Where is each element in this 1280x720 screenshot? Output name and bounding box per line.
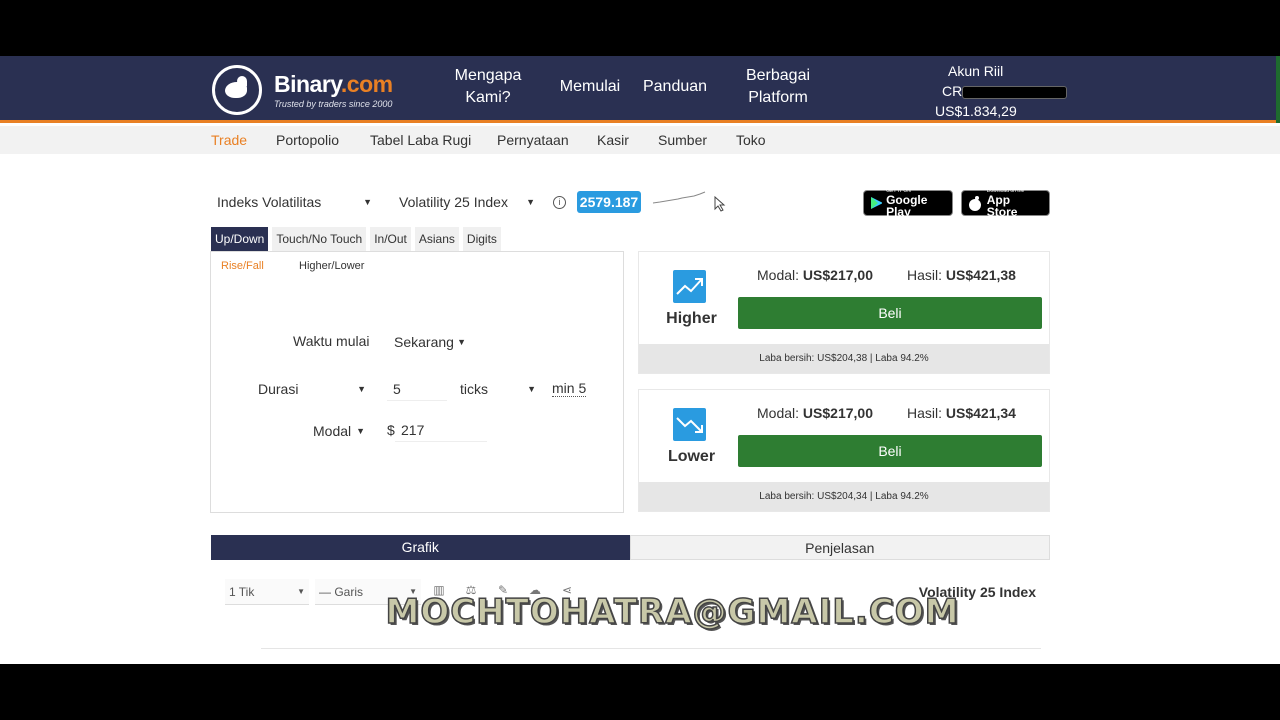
amount-type-select[interactable]: Modal ▼ xyxy=(307,419,371,443)
start-time-label: Waktu mulai xyxy=(293,333,370,349)
app-store-button[interactable]: Download on the App Store xyxy=(961,188,1050,218)
stake-text: Modal: US$217,00 xyxy=(757,267,873,283)
menu-resources[interactable]: Sumber xyxy=(658,132,707,148)
buy-higher-button[interactable]: Beli xyxy=(738,297,1042,329)
tab-explanation[interactable]: Penjelasan xyxy=(629,535,1050,560)
duration-min-hint: min 5 xyxy=(552,380,587,397)
tab-digits[interactable]: Digits xyxy=(462,227,501,251)
apple-icon xyxy=(969,195,981,211)
net-profit-text: Laba bersih: US$204,34 | Laba 94.2% xyxy=(639,482,1049,511)
dropdown-arrow-icon: ▼ xyxy=(457,337,466,347)
duration-input[interactable]: 5 xyxy=(387,377,447,401)
top-navbar: Binary.com Trusted by traders since 2000… xyxy=(0,56,1280,123)
subtab-higher-lower[interactable]: Higher/Lower xyxy=(299,260,364,272)
dropdown-arrow-icon: ▼ xyxy=(357,384,366,394)
nav-platforms[interactable]: Berbagai Platform xyxy=(738,65,818,109)
dropdown-arrow-icon: ▼ xyxy=(363,197,372,207)
payout-text: Hasil: US$421,34 xyxy=(907,405,1016,421)
chart-tabs: Grafik Penjelasan xyxy=(211,535,1050,560)
dropdown-arrow-icon: ▼ xyxy=(526,197,535,207)
chart-interval-select[interactable]: 1 Tik ▼ xyxy=(225,579,309,605)
tab-up-down[interactable]: Up/Down xyxy=(211,227,269,251)
mouse-cursor-icon xyxy=(714,196,726,212)
brand-name: Binary.com xyxy=(274,71,393,97)
menu-shop[interactable]: Toko xyxy=(736,132,766,148)
market-category-select[interactable]: Indeks Volatilitas ▼ xyxy=(211,190,378,214)
menu-cashier[interactable]: Kasir xyxy=(597,132,629,148)
tab-asians[interactable]: Asians xyxy=(414,227,459,251)
info-icon[interactable]: i xyxy=(553,196,566,209)
spot-price: 2579.187 xyxy=(577,191,641,213)
underlying-select[interactable]: Volatility 25 Index ▼ xyxy=(393,190,541,214)
brand-tagline: Trusted by traders since 2000 xyxy=(274,99,393,109)
dropdown-arrow-icon: ▼ xyxy=(527,384,536,394)
amount-input[interactable]: 217 xyxy=(395,418,487,442)
currency-symbol: $ xyxy=(387,422,395,438)
menu-portfolio[interactable]: Portopolio xyxy=(276,132,339,148)
window-edge xyxy=(1276,56,1280,123)
account-menu[interactable]: Akun Riil CR US$1.834,29 xyxy=(935,61,1068,121)
proposal-higher: Higher Modal: US$217,00 Hasil: US$421,38… xyxy=(638,251,1050,374)
account-id: CR xyxy=(935,81,1068,101)
trend-up-icon xyxy=(673,270,706,303)
google-play-button[interactable]: GET IT ON Google Play xyxy=(863,188,953,218)
duration-unit-select[interactable]: ticks ▼ xyxy=(454,377,542,401)
dropdown-arrow-icon: ▼ xyxy=(356,426,365,436)
nav-get-started[interactable]: Memulai xyxy=(555,76,625,98)
trend-down-icon xyxy=(673,408,706,441)
main-menu: Trade Portopolio Tabel Laba Rugi Pernyat… xyxy=(0,126,1280,154)
tab-chart[interactable]: Grafik xyxy=(211,535,630,560)
tab-in-out[interactable]: In/Out xyxy=(370,227,411,251)
subtab-rise-fall[interactable]: Rise/Fall xyxy=(221,260,264,272)
dropdown-arrow-icon: ▼ xyxy=(297,587,305,596)
nav-guide[interactable]: Panduan xyxy=(640,76,710,98)
email-watermark: MOCHTOHATRA@GMAIL.COM xyxy=(385,591,960,633)
google-play-icon xyxy=(871,197,883,209)
menu-statement[interactable]: Pernyataan xyxy=(497,132,569,148)
app-frame: Binary.com Trusted by traders since 2000… xyxy=(0,56,1280,664)
trade-form-panel: Rise/Fall Higher/Lower Waktu mulai Sekar… xyxy=(210,251,624,513)
brand-logo[interactable]: Binary.com Trusted by traders since 2000 xyxy=(212,65,393,115)
direction-label: Lower xyxy=(667,448,716,465)
payout-text: Hasil: US$421,38 xyxy=(907,267,1016,283)
contract-type-tabs: Up/Down Touch/No Touch In/Out Asians Dig… xyxy=(211,227,505,251)
stake-text: Modal: US$217,00 xyxy=(757,405,873,421)
direction-label: Higher xyxy=(666,310,717,327)
start-time-select[interactable]: Sekarang ▼ xyxy=(388,330,472,354)
redacted-account-id xyxy=(962,85,1068,99)
proposal-lower: Lower Modal: US$217,00 Hasil: US$421,34 … xyxy=(638,389,1050,512)
menu-profit-table[interactable]: Tabel Laba Rugi xyxy=(370,132,471,148)
tab-touch-no-touch[interactable]: Touch/No Touch xyxy=(272,227,367,251)
price-sparkline xyxy=(652,191,706,204)
account-balance: US$1.834,29 xyxy=(935,103,1017,119)
duration-type-select[interactable]: Durasi ▼ xyxy=(252,377,372,401)
buy-lower-button[interactable]: Beli xyxy=(738,435,1042,467)
account-type: Akun Riil xyxy=(948,63,1004,79)
bull-logo-icon xyxy=(212,65,262,115)
nav-why-us[interactable]: Mengapa Kami? xyxy=(448,65,528,109)
menu-trade[interactable]: Trade xyxy=(211,132,247,148)
net-profit-text: Laba bersih: US$204,38 | Laba 94.2% xyxy=(639,344,1049,373)
chart-divider xyxy=(261,648,1041,649)
